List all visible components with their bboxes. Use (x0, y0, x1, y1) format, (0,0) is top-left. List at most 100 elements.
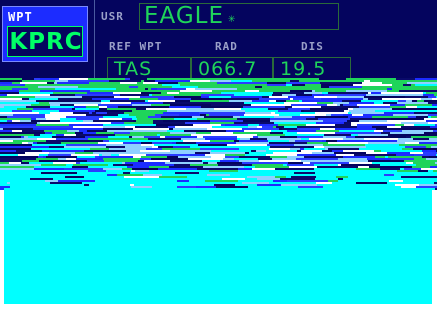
scanline-segment (317, 102, 333, 104)
scanline-segment (152, 94, 168, 96)
scanline-segment (433, 180, 437, 182)
scanline-segment (137, 118, 174, 120)
scanline-segment (222, 178, 245, 180)
scanline-segment (308, 146, 314, 148)
scanline-segment (103, 124, 142, 126)
dis-label: DIS (301, 40, 324, 53)
scanline-segment (243, 170, 257, 172)
scanline-segment (141, 156, 167, 158)
scanline-segment (269, 148, 290, 150)
scanline-segment (174, 164, 190, 166)
scanline-segment (124, 90, 146, 92)
scanline-segment (322, 150, 332, 152)
scanline-segment (103, 126, 125, 128)
scanline-segment (161, 92, 167, 94)
scanline-segment (401, 126, 430, 128)
scanline-segment (172, 142, 176, 144)
scanline-segment (392, 154, 396, 156)
scanline-segment (101, 172, 123, 174)
scanline-segment (290, 98, 293, 100)
scanline-segment (364, 180, 389, 182)
scanline-segment (318, 118, 329, 120)
scanline-segment (428, 122, 437, 124)
scanline-segment (335, 124, 351, 126)
scanline-segment (392, 108, 427, 110)
scanline-segment (187, 176, 210, 178)
scanline-segment (357, 104, 390, 106)
scanline-segment (325, 148, 328, 150)
scanline-segment (416, 116, 428, 118)
scanline-segment (374, 150, 381, 152)
scanline-segment (353, 172, 395, 174)
scanline-segment (180, 90, 212, 92)
scanline-segment (328, 80, 364, 82)
scanline-segment (281, 108, 288, 110)
scanline-segment (75, 160, 87, 162)
user-waypoint-name-field[interactable]: EAGLE ✳ (139, 3, 339, 30)
scanline-segment (162, 148, 200, 150)
scanline-segment (210, 122, 234, 124)
scanline-segment (176, 142, 196, 144)
scanline-segment (177, 180, 189, 182)
scanline-segment (111, 154, 119, 156)
waypoint-tab[interactable]: WPT KPRC (2, 6, 88, 62)
scanline-segment (424, 100, 437, 102)
scanline-segment (40, 78, 59, 80)
scanline-segment (427, 108, 437, 110)
scanline-segment (153, 122, 185, 124)
scanline-segment (64, 168, 79, 170)
scanline-segment (66, 116, 103, 118)
scanline-segment (390, 104, 405, 106)
ref-waypoint-value: TAS (114, 58, 153, 80)
scanline-segment (43, 80, 55, 82)
scanline-segment (428, 114, 437, 116)
scanline-segment (207, 128, 242, 130)
scanline-segment (135, 126, 168, 128)
scanline-segment (284, 182, 316, 184)
scanline-segment (0, 118, 31, 120)
scanline-segment (210, 152, 245, 154)
scanline-segment (45, 180, 58, 182)
scanline-segment (381, 132, 390, 134)
scanline-segment (293, 98, 321, 100)
scanline-segment (245, 128, 261, 130)
scanline-segment (402, 130, 433, 132)
scanline-segment (18, 174, 32, 176)
scanline-segment (365, 144, 399, 146)
scanline-segment (147, 78, 176, 80)
scanline-segment (275, 112, 315, 114)
scanline-segment (28, 88, 55, 90)
scanline-segment (106, 144, 141, 146)
scanline-segment (252, 164, 283, 166)
scanline-segment (238, 174, 252, 176)
scanline-segment (165, 172, 168, 174)
scanline-segment (343, 150, 374, 152)
scanline-segment (271, 112, 275, 114)
scanline-segment (236, 160, 239, 162)
scanline-segment (403, 172, 437, 174)
waypoint-identifier-field[interactable]: KPRC (7, 26, 83, 57)
scanline-segment (107, 130, 125, 132)
scanline-segment (406, 106, 417, 108)
scanline-segment (195, 88, 237, 90)
scanline-segment (267, 138, 301, 140)
scanline-segment (146, 154, 176, 156)
scanline-segment (32, 174, 73, 176)
scanline-segment (124, 112, 163, 114)
scanline-segment (296, 158, 338, 160)
scanline-segment (245, 112, 271, 114)
scanline-segment (0, 128, 3, 130)
scanline-segment (0, 106, 4, 108)
scanline-segment (402, 182, 434, 184)
scanline-segment (242, 162, 284, 164)
scanline-segment (270, 118, 306, 120)
scanline-segment (296, 94, 312, 96)
scanline-segment (419, 184, 437, 186)
scanline-segment (199, 184, 214, 186)
scanline-segment (0, 136, 21, 138)
scanline-segment (0, 184, 32, 186)
scanline-segment (0, 92, 19, 94)
scanline-segment (146, 148, 162, 150)
scanline-segment (0, 102, 39, 104)
scanline-segment (136, 120, 153, 122)
